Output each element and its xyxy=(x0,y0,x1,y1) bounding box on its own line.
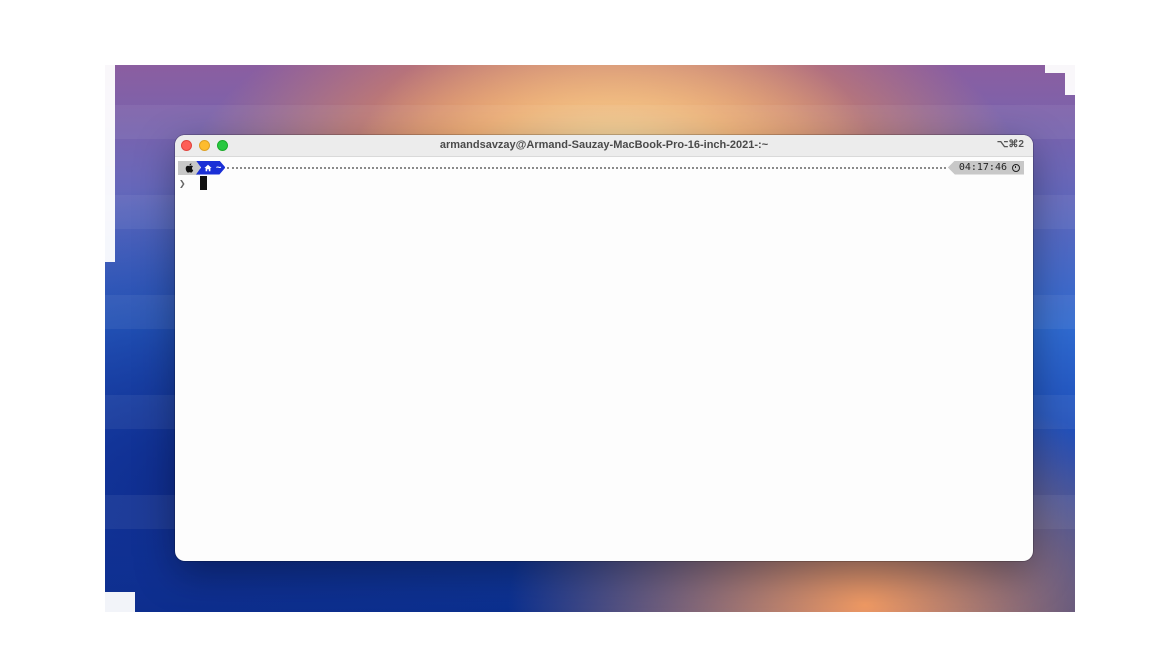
terminal-content[interactable]: ~ 04:17:46 ❯ xyxy=(175,157,1033,561)
directory-segment: ~ xyxy=(196,161,225,175)
window-title: armandsavzay@Armand-Sauzay-MacBook-Pro-1… xyxy=(439,139,769,151)
prompt-separator xyxy=(227,166,946,169)
prompt-chevron: ❯ xyxy=(179,176,186,190)
time-segment: 04:17:46 xyxy=(947,160,1024,175)
current-directory: ~ xyxy=(216,162,222,173)
window-shortcut-label: ⌥⌘2 xyxy=(996,139,1024,150)
text-cursor xyxy=(199,176,207,190)
command-input-line[interactable]: ❯ xyxy=(179,176,207,190)
prompt-time: 04:17:46 xyxy=(958,162,1007,173)
prompt-line: ~ 04:17:46 xyxy=(178,160,1024,175)
os-segment xyxy=(178,160,200,175)
home-icon xyxy=(204,164,212,172)
terminal-window[interactable]: armandsavzay@Armand-Sauzay-MacBook-Pro-1… xyxy=(175,135,1033,561)
screen: armandsavzay@Armand-Sauzay-MacBook-Pro-1… xyxy=(0,0,1152,648)
title-bar[interactable]: armandsavzay@Armand-Sauzay-MacBook-Pro-1… xyxy=(175,135,1033,157)
apple-logo-icon xyxy=(185,162,193,173)
clock-icon xyxy=(1012,163,1020,172)
